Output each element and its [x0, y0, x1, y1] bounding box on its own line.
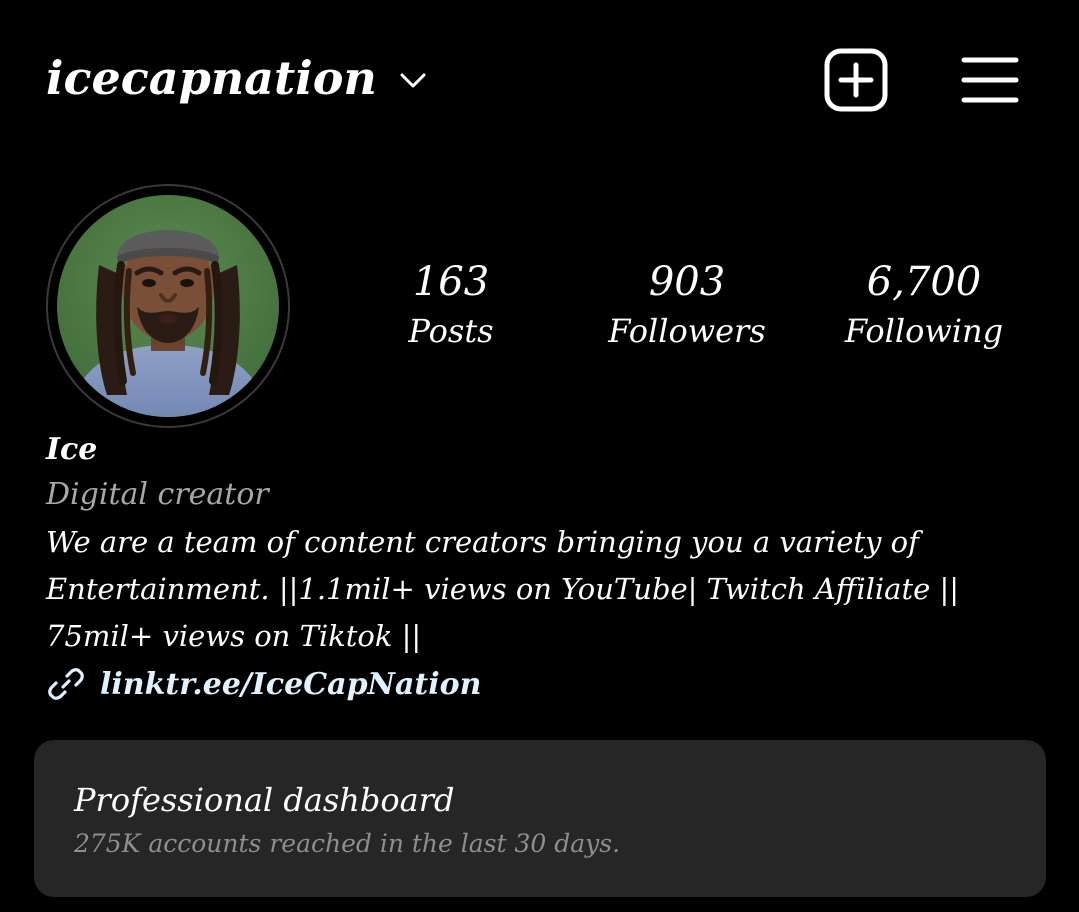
followers-label: Followers	[608, 312, 766, 350]
posts-label: Posts	[408, 312, 494, 350]
menu-button[interactable]	[958, 48, 1022, 112]
link-icon	[46, 664, 86, 704]
bio-link-text: linktr.ee/IceCapNation	[100, 666, 482, 702]
bio-line: Entertainment. ||1.1mil+ views on YouTub…	[46, 572, 960, 606]
new-post-button[interactable]	[822, 46, 890, 114]
following-count: 6,700	[866, 259, 982, 305]
account-switcher[interactable]: icecapnation	[46, 46, 427, 110]
username-title: icecapnation	[46, 51, 377, 105]
dashboard-subtitle: 275K accounts reached in the last 30 day…	[74, 829, 621, 858]
display-name: Ice	[46, 432, 98, 467]
posts-count-stat[interactable]: 163 Posts	[341, 256, 561, 354]
profile-avatar[interactable]	[46, 184, 290, 428]
bio-link[interactable]: linktr.ee/IceCapNation	[46, 661, 482, 707]
posts-count: 163	[412, 259, 490, 305]
hamburger-menu-icon	[961, 57, 1019, 103]
chevron-down-icon[interactable]	[399, 67, 427, 95]
professional-dashboard-card[interactable]: Professional dashboard 275K accounts rea…	[34, 740, 1046, 897]
followers-count-stat[interactable]: 903 Followers	[577, 256, 797, 354]
bio-line: We are a team of content creators bringi…	[46, 525, 919, 559]
profile-photo	[57, 195, 279, 417]
followers-count: 903	[648, 259, 726, 305]
dashboard-title: Professional dashboard	[74, 781, 455, 819]
profile-category: Digital creator	[46, 477, 269, 512]
bio-line: 75mil+ views on Tiktok ||	[46, 619, 422, 653]
plus-square-icon	[824, 48, 888, 112]
following-count-stat[interactable]: 6,700 Following	[814, 256, 1034, 354]
following-label: Following	[844, 312, 1004, 350]
